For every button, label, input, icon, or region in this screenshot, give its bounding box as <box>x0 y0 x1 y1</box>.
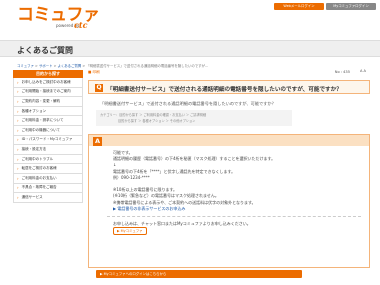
mycommufa-login-banner[interactable]: ▶ Myコミュファへのログインはこちらから <box>96 270 302 278</box>
breadcrumb: コミュファ > サポート > よくあるご質問 > 「明細書送付サービス」で送付さ… <box>17 64 209 68</box>
category-line-2: 目的から探す ＞ 各種オプション ＞ その他オプション <box>118 119 196 123</box>
answer-box: A 可能です。 通話明細の履歴（電話番号）の下4桁を秘匿（マスク処理）することを… <box>88 134 370 268</box>
chevron-right-icon: › <box>17 194 19 200</box>
sidebar-item-settings[interactable]: › 接続・設定方法 <box>13 145 83 155</box>
print-link[interactable]: ■ 印刷 <box>88 70 100 75</box>
webmail-login-button[interactable]: Webメールログイン <box>274 3 324 10</box>
answer-icon: A <box>93 137 102 146</box>
sidebar-item-services[interactable]: › 通信サービス <box>13 193 83 203</box>
question-number: No : 435 <box>334 70 350 74</box>
sidebar-item-billing[interactable]: › ご利用料金・請求について <box>13 116 83 126</box>
question-body: 「明細書送付サービス」で送付される通話明細の電話番号を隠したいのですが、可能です… <box>88 97 370 107</box>
chevron-right-icon: › <box>17 89 19 95</box>
sidebar: 目的から探す › お申し込みをご検討中のお客様 › ご利用開始・接続までのご案内 ›… <box>13 70 83 203</box>
sidebar-item-prospective[interactable]: › お申し込みをご検討中のお客様 <box>13 78 83 88</box>
answer-body-2: お申し込みは、チャット窓口またはMyコミュファよりお申し込みください。 ▶ My… <box>89 217 369 236</box>
question-title: 「明細書送付サービス」で送付される通話明細の電話番号を隠したいのですが、可能です… <box>107 87 342 93</box>
header-buttons: Webメールログイン Myコミュファログイン <box>274 3 376 10</box>
sidebar-item-payment[interactable]: › ご利用料金のお支払い <box>13 173 83 184</box>
category-box: カテゴリー：目的から探す ＞ ご利用料金の確認・お支払い ＞ ご請求明細 目的か… <box>96 110 292 126</box>
number-hide-service-link[interactable]: ▶ 電話番号の非表示サービスのお申込み <box>113 206 369 212</box>
answer-body: 可能です。 通話明細の履歴（電話番号）の下4桁を秘匿（マスク処理）することを選択… <box>89 146 369 212</box>
breadcrumb-home[interactable]: コミュファ <box>17 64 34 68</box>
chevron-right-icon: › <box>17 146 19 152</box>
question-box: Q 「明細書送付サービス」で送付される通話明細の電話番号を隠したいのですが、可能… <box>88 80 370 94</box>
answer-line: お申し込みは、チャット窓口またはMyコミュファよりお申し込みください。 <box>113 221 251 227</box>
sidebar-item-equipment[interactable]: › ご利用中の機器について <box>13 125 83 136</box>
breadcrumb-support[interactable]: サポート <box>39 64 53 68</box>
answer-header: A <box>89 135 369 146</box>
main-content: ■ 印刷 No : 435 A A Q 「明細書送付サービス」で送付される通話明… <box>88 69 370 268</box>
sidebar-item-start-service[interactable]: › ご利用開始・接続までのご案内 <box>13 87 83 98</box>
sidebar-heading: 目的から探す <box>13 70 83 78</box>
sidebar-item-moving[interactable]: › 転居をご検討のお客様 <box>13 164 83 174</box>
chevron-right-icon: › <box>17 137 19 143</box>
chevron-right-icon: › <box>17 118 19 124</box>
title-bar: よくあるご質問 <box>0 40 380 57</box>
sidebar-item-report[interactable]: › 不具合・故障をご報告 <box>13 183 83 194</box>
question-body-text: 「明細書送付サービス」で送付される通話明細の電話番号を隠したいのですが、可能です… <box>100 101 276 106</box>
mycommufa-login-button[interactable]: Myコミュファログイン <box>326 3 376 10</box>
chevron-right-icon: › <box>17 156 19 162</box>
breadcrumb-current: 「明細書送付サービス」で送付される通話明細の電話番号を隠したいのですが... <box>86 64 209 68</box>
site-header: コミュファ powered by ctc Webメールログイン Myコミュファロ… <box>0 0 380 38</box>
sidebar-item-contract[interactable]: › ご契約内容・変更・解約 <box>13 97 83 107</box>
chevron-right-icon: › <box>17 185 19 191</box>
chevron-right-icon: › <box>17 166 19 172</box>
chevron-right-icon: › <box>17 108 19 114</box>
toolbar-row: ■ 印刷 No : 435 A A <box>88 69 370 76</box>
chevron-right-icon: › <box>17 79 19 85</box>
chevron-right-icon: › <box>17 175 19 181</box>
chevron-right-icon: › <box>17 127 19 133</box>
sidebar-item-id-password[interactable]: › ID・パスワード・Myコミュファ <box>13 135 83 146</box>
page-title: よくあるご質問 <box>17 46 73 55</box>
text-size-control[interactable]: A A <box>360 69 366 73</box>
chevron-right-icon: › <box>17 98 19 104</box>
sidebar-item-options[interactable]: › 各種オプション <box>13 106 83 117</box>
sidebar-item-trouble[interactable]: › ご利用中のトラブル <box>13 154 83 165</box>
question-icon: Q <box>95 84 103 92</box>
mycommufa-link[interactable]: ▶ Myコミュファ <box>113 227 147 236</box>
ctc-logo: ctc <box>74 20 88 30</box>
breadcrumb-faq[interactable]: よくあるご質問 <box>58 64 82 68</box>
